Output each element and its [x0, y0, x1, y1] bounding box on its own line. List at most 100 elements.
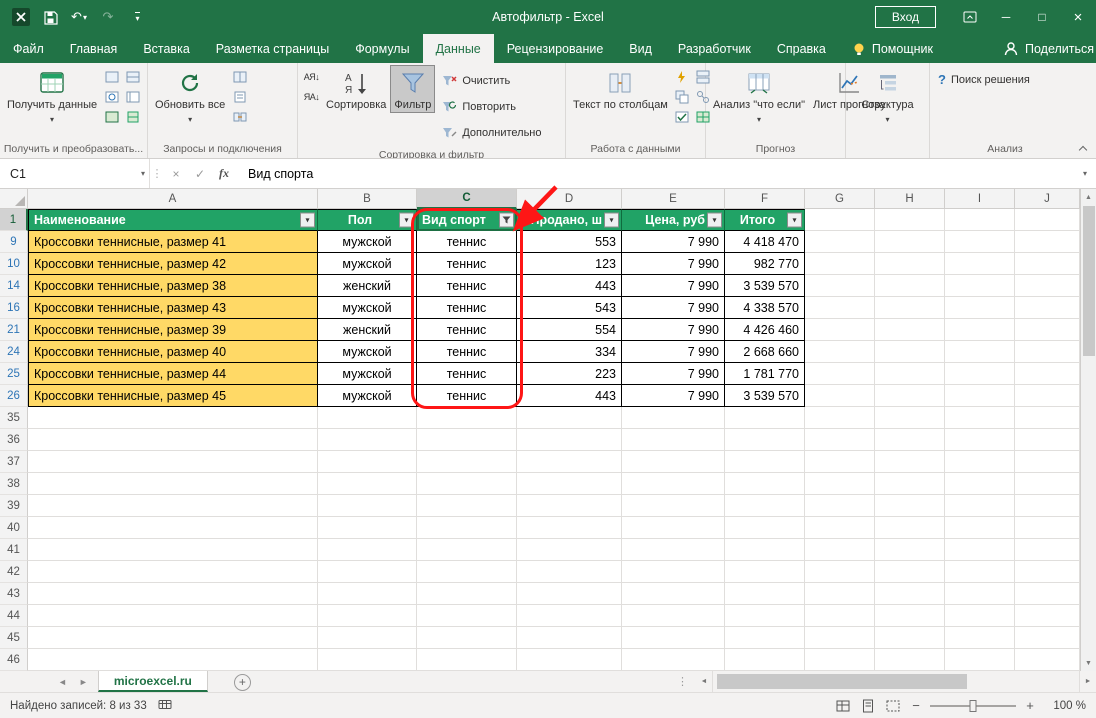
- empty-cell[interactable]: [318, 429, 417, 451]
- empty-cell[interactable]: [875, 495, 945, 517]
- cell-total[interactable]: 4 338 570: [725, 297, 805, 319]
- empty-cell[interactable]: [945, 297, 1015, 319]
- empty-cell[interactable]: [28, 517, 318, 539]
- clear-filter-button[interactable]: Очистить: [437, 69, 546, 92]
- empty-cell[interactable]: [417, 451, 517, 473]
- column-header-c[interactable]: C: [417, 189, 517, 209]
- empty-cell[interactable]: [875, 363, 945, 385]
- normal-view-button[interactable]: [834, 697, 852, 715]
- tab-developer[interactable]: Разработчик: [665, 34, 764, 63]
- empty-cell[interactable]: [875, 407, 945, 429]
- empty-cell[interactable]: [417, 407, 517, 429]
- empty-cell[interactable]: [945, 495, 1015, 517]
- empty-cell[interactable]: [1015, 649, 1080, 671]
- sort-descending-button[interactable]: ЯА↓: [303, 88, 320, 105]
- column-header-i[interactable]: I: [945, 189, 1015, 209]
- empty-cell[interactable]: [1015, 297, 1080, 319]
- ribbon-display-options-button[interactable]: [952, 0, 988, 34]
- empty-cell[interactable]: [622, 495, 725, 517]
- cell-gender[interactable]: женский: [318, 275, 417, 297]
- row-header[interactable]: 38: [0, 473, 28, 495]
- empty-cell[interactable]: [875, 649, 945, 671]
- empty-cell[interactable]: [875, 253, 945, 275]
- cell-sport[interactable]: теннис: [417, 363, 517, 385]
- empty-cell[interactable]: [945, 473, 1015, 495]
- cell-total[interactable]: 3 539 570: [725, 275, 805, 297]
- macro-record-icon[interactable]: [156, 697, 174, 715]
- empty-cell[interactable]: [805, 363, 875, 385]
- tab-insert[interactable]: Вставка: [130, 34, 202, 63]
- header-cell-sport[interactable]: Вид спорт: [417, 209, 517, 231]
- previous-sheet-button[interactable]: ◄: [58, 677, 67, 687]
- empty-cell[interactable]: [725, 429, 805, 451]
- empty-cell[interactable]: [517, 495, 622, 517]
- empty-cell[interactable]: [28, 561, 318, 583]
- sign-in-button[interactable]: Вход: [875, 6, 936, 28]
- empty-cell[interactable]: [875, 605, 945, 627]
- empty-cell[interactable]: [517, 649, 622, 671]
- next-sheet-button[interactable]: ►: [79, 677, 88, 687]
- empty-cell[interactable]: [1015, 605, 1080, 627]
- empty-cell[interactable]: [875, 385, 945, 407]
- row-header[interactable]: 9: [0, 231, 28, 253]
- row-header[interactable]: 10: [0, 253, 28, 275]
- cell-sold[interactable]: 223: [517, 363, 622, 385]
- page-layout-view-button[interactable]: [859, 697, 877, 715]
- empty-cell[interactable]: [417, 627, 517, 649]
- column-header-b[interactable]: B: [318, 189, 417, 209]
- empty-cell[interactable]: [417, 473, 517, 495]
- empty-cell[interactable]: [622, 605, 725, 627]
- empty-cell[interactable]: [318, 583, 417, 605]
- row-header[interactable]: 44: [0, 605, 28, 627]
- cell-sport[interactable]: теннис: [417, 319, 517, 341]
- name-box[interactable]: C1 ▾: [0, 159, 150, 188]
- empty-cell[interactable]: [517, 407, 622, 429]
- cell-sport[interactable]: теннис: [417, 231, 517, 253]
- empty-cell[interactable]: [805, 429, 875, 451]
- query-options-icon[interactable]: [124, 108, 141, 125]
- row-header[interactable]: 46: [0, 649, 28, 671]
- excel-app-icon[interactable]: [8, 4, 34, 30]
- header-cell-name[interactable]: Наименование ▾: [28, 209, 318, 231]
- cell-name[interactable]: Кроссовки теннисные, размер 42: [28, 253, 318, 275]
- row-header[interactable]: 1: [0, 209, 28, 231]
- empty-cell[interactable]: [318, 451, 417, 473]
- sheet-tab-active[interactable]: microexcel.ru: [98, 671, 208, 692]
- flash-fill-icon[interactable]: [674, 68, 691, 85]
- empty-cell[interactable]: [1015, 319, 1080, 341]
- empty-cell[interactable]: [318, 605, 417, 627]
- filter-dropdown-button[interactable]: ▾: [707, 213, 722, 228]
- data-source-settings-icon[interactable]: [124, 88, 141, 105]
- tab-home[interactable]: Главная: [57, 34, 131, 63]
- empty-cell[interactable]: [945, 649, 1015, 671]
- empty-cell[interactable]: [622, 539, 725, 561]
- filter-dropdown-button[interactable]: ▾: [399, 213, 414, 228]
- empty-cell[interactable]: [1015, 517, 1080, 539]
- empty-cell[interactable]: [805, 253, 875, 275]
- empty-cell[interactable]: [805, 297, 875, 319]
- empty-cell[interactable]: [945, 627, 1015, 649]
- existing-connections-icon[interactable]: [124, 68, 141, 85]
- cell-name[interactable]: Кроссовки теннисные, размер 44: [28, 363, 318, 385]
- cell-gender[interactable]: женский: [318, 319, 417, 341]
- empty-cell[interactable]: [725, 583, 805, 605]
- empty-cell[interactable]: [622, 451, 725, 473]
- empty-cell[interactable]: [1015, 253, 1080, 275]
- scroll-right-button[interactable]: ►: [1080, 674, 1096, 690]
- row-header[interactable]: 41: [0, 539, 28, 561]
- empty-cell[interactable]: [417, 495, 517, 517]
- empty-cell[interactable]: [417, 649, 517, 671]
- empty-cell[interactable]: [875, 627, 945, 649]
- cell-gender[interactable]: мужской: [318, 231, 417, 253]
- empty-cell[interactable]: [875, 209, 945, 231]
- cell-sold[interactable]: 443: [517, 275, 622, 297]
- header-cell-sold[interactable]: Продано, ш ▾: [517, 209, 622, 231]
- empty-cell[interactable]: [417, 539, 517, 561]
- empty-cell[interactable]: [945, 561, 1015, 583]
- empty-cell[interactable]: [725, 407, 805, 429]
- column-header-a[interactable]: A: [28, 189, 318, 209]
- empty-cell[interactable]: [517, 583, 622, 605]
- row-header[interactable]: 24: [0, 341, 28, 363]
- empty-cell[interactable]: [805, 583, 875, 605]
- header-cell-total[interactable]: Итого ▾: [725, 209, 805, 231]
